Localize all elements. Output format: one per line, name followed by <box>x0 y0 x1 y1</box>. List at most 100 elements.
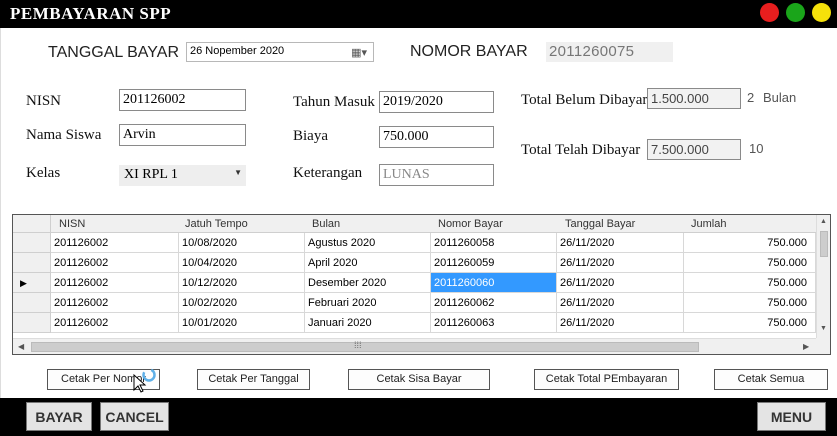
table-row[interactable]: ▶ 201126002 10/12/2020 Desember 2020 2011260… <box>13 273 816 293</box>
biaya-field[interactable]: 750.000 <box>379 126 494 148</box>
nisn-label: NISN <box>26 93 62 109</box>
payment-grid[interactable]: NISN Jatuh Tempo Bulan Nomor Bayar Tanggal B… <box>12 214 831 355</box>
cell-jumlah[interactable]: 750.000 <box>684 233 816 253</box>
cell-nomor-bayar[interactable]: 2011260060 <box>431 273 557 293</box>
table-row[interactable]: 201126002 10/01/2020 Januari 2020 201126006… <box>13 313 816 333</box>
maximize-window-button[interactable] <box>786 3 805 22</box>
cell-tanggal-bayar[interactable]: 26/11/2020 <box>557 253 684 273</box>
cell-tanggal-bayar[interactable]: 26/11/2020 <box>557 293 684 313</box>
belum-bulan-unit: Bulan <box>763 90 797 105</box>
row-header[interactable] <box>13 293 51 313</box>
telah-bulan-count: 10 <box>749 141 764 156</box>
grid-corner-header <box>13 215 51 233</box>
cell-bulan[interactable]: Desember 2020 <box>305 273 431 293</box>
column-header-tanggal-bayar[interactable]: Tanggal Bayar <box>565 218 635 230</box>
keterangan-label: Keterangan <box>293 165 363 181</box>
cell-jumlah[interactable]: 750.000 <box>684 273 816 293</box>
close-window-button[interactable] <box>760 3 779 22</box>
tahun-masuk-label: Tahun Masuk <box>293 94 375 110</box>
scroll-down-icon[interactable]: ▼ <box>820 325 827 332</box>
kelas-label: Kelas <box>26 165 61 181</box>
cell-bulan[interactable]: Januari 2020 <box>305 313 431 333</box>
bayar-button[interactable]: BAYAR <box>26 402 92 431</box>
main-panel: TANGGAL BAYAR 26 Nopember 2020 ▦▾ NOMOR … <box>0 28 837 398</box>
scroll-up-icon[interactable]: ▲ <box>820 218 827 225</box>
cetak-semua-button[interactable]: Cetak Semua <box>714 369 828 390</box>
cell-nomor-bayar[interactable]: 2011260059 <box>431 253 557 273</box>
cell-jumlah[interactable]: 750.000 <box>684 253 816 273</box>
keterangan-field[interactable]: LUNAS <box>379 164 494 186</box>
cell-jatuh-tempo[interactable]: 10/04/2020 <box>179 253 305 273</box>
cell-bulan[interactable]: Februari 2020 <box>305 293 431 313</box>
scroll-corner <box>816 338 830 354</box>
column-header-nomor-bayar[interactable]: Nomor Bayar <box>438 218 503 230</box>
cell-nomor-bayar[interactable]: 2011260062 <box>431 293 557 313</box>
scroll-left-icon[interactable]: ◀ <box>18 342 24 351</box>
vertical-scroll-thumb[interactable] <box>820 231 828 257</box>
cell-nisn[interactable]: 201126002 <box>51 273 179 293</box>
horizontal-scroll-thumb[interactable]: ⁞⁞⁞ <box>31 340 699 352</box>
cell-jatuh-tempo[interactable]: 10/02/2020 <box>179 293 305 313</box>
menu-button[interactable]: MENU <box>757 402 826 431</box>
grid-body: 201126002 10/08/2020 Agustus 2020 201126005… <box>13 233 816 338</box>
cetak-total-pembayaran-button[interactable]: Cetak Total PEmbayaran <box>534 369 679 390</box>
nama-siswa-label: Nama Siswa <box>26 127 102 143</box>
total-belum-dibayar-field: 1.500.000 <box>647 88 741 109</box>
cell-tanggal-bayar[interactable]: 26/11/2020 <box>557 313 684 333</box>
vertical-scrollbar[interactable]: ▲ ▼ <box>816 215 830 338</box>
scroll-right-icon[interactable]: ▶ <box>803 342 809 351</box>
total-belum-dibayar-label: Total Belum Dibayar <box>521 92 648 108</box>
table-row[interactable]: 201126002 10/04/2020 April 2020 2011260059 2… <box>13 253 816 273</box>
cell-jatuh-tempo[interactable]: 10/12/2020 <box>179 273 305 293</box>
cell-bulan[interactable]: Agustus 2020 <box>305 233 431 253</box>
table-row[interactable]: 201126002 10/02/2020 Februari 2020 20112600… <box>13 293 816 313</box>
tanggal-bayar-datepicker[interactable]: 26 Nopember 2020 ▦▾ <box>186 42 374 62</box>
chevron-down-icon[interactable]: ▼ <box>234 168 242 177</box>
kelas-value: XI RPL 1 <box>124 167 178 182</box>
row-header[interactable] <box>13 313 51 333</box>
nisn-field[interactable]: 201126002 <box>119 89 246 111</box>
cell-nomor-bayar[interactable]: 2011260058 <box>431 233 557 253</box>
minimize-window-button[interactable] <box>812 3 831 22</box>
total-telah-dibayar-label: Total Telah Dibayar <box>521 142 641 158</box>
kelas-select[interactable]: XI RPL 1 ▼ <box>119 165 246 186</box>
cell-tanggal-bayar[interactable]: 26/11/2020 <box>557 233 684 253</box>
belum-bulan-count: 2 <box>747 90 755 105</box>
nama-siswa-field[interactable]: Arvin <box>119 124 246 146</box>
row-header[interactable] <box>13 233 51 253</box>
tanggal-bayar-label: TANGGAL BAYAR <box>48 44 179 61</box>
cell-jumlah[interactable]: 750.000 <box>684 293 816 313</box>
total-telah-dibayar-field: 7.500.000 <box>647 139 741 160</box>
row-header[interactable] <box>13 253 51 273</box>
calendar-dropdown-icon[interactable]: ▦▾ <box>351 46 367 59</box>
column-header-jatuh-tempo[interactable]: Jatuh Tempo <box>185 218 248 230</box>
cetak-per-tanggal-button[interactable]: Cetak Per Tanggal <box>197 369 310 390</box>
tanggal-bayar-value: 26 Nopember 2020 <box>190 45 285 57</box>
column-header-nisn[interactable]: NISN <box>59 218 85 230</box>
cetak-sisa-bayar-button[interactable]: Cetak Sisa Bayar <box>348 369 490 390</box>
cell-jumlah[interactable]: 750.000 <box>684 313 816 333</box>
tahun-masuk-field[interactable]: 2019/2020 <box>379 91 494 113</box>
title-bar: PEMBAYARAN SPP <box>0 0 837 28</box>
cell-tanggal-bayar[interactable]: 26/11/2020 <box>557 273 684 293</box>
grip-icon: ⁞⁞⁞ <box>354 340 362 350</box>
cell-bulan[interactable]: April 2020 <box>305 253 431 273</box>
nomor-bayar-label: NOMOR BAYAR <box>410 43 528 60</box>
cell-nisn[interactable]: 201126002 <box>51 233 179 253</box>
cell-nomor-bayar[interactable]: 2011260063 <box>431 313 557 333</box>
current-row-indicator-icon[interactable]: ▶ <box>13 273 51 293</box>
nomor-bayar-value: 2011260075 <box>546 42 673 62</box>
table-row[interactable]: 201126002 10/08/2020 Agustus 2020 201126005… <box>13 233 816 253</box>
cell-jatuh-tempo[interactable]: 10/08/2020 <box>179 233 305 253</box>
cell-jatuh-tempo[interactable]: 10/01/2020 <box>179 313 305 333</box>
cell-nisn[interactable]: 201126002 <box>51 313 179 333</box>
column-header-jumlah[interactable]: Jumlah <box>691 218 726 230</box>
cell-nisn[interactable]: 201126002 <box>51 293 179 313</box>
biaya-label: Biaya <box>293 128 328 144</box>
cancel-button[interactable]: CANCEL <box>100 402 169 431</box>
column-header-bulan[interactable]: Bulan <box>312 218 340 230</box>
cell-nisn[interactable]: 201126002 <box>51 253 179 273</box>
horizontal-scrollbar[interactable]: ◀ ⁞⁞⁞ ▶ <box>13 338 816 354</box>
busy-cursor-icon <box>133 368 156 393</box>
window-title: PEMBAYARAN SPP <box>10 4 172 23</box>
